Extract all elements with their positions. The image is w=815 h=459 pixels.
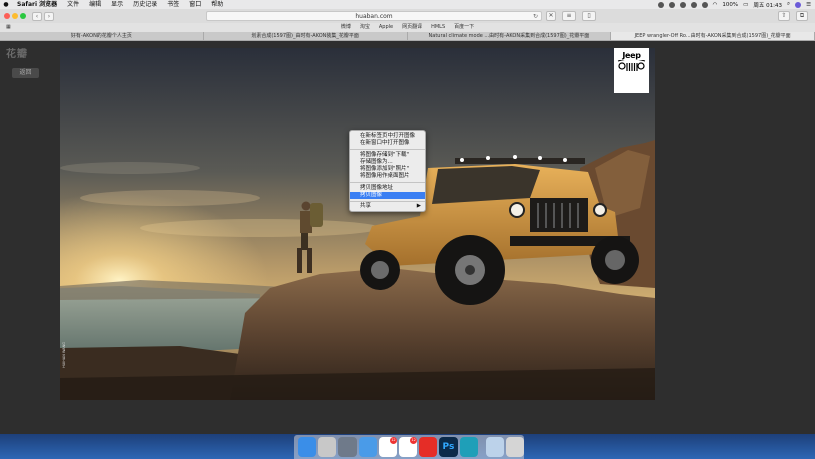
favorite-item[interactable]: Apple — [379, 23, 393, 32]
close-tab-icon[interactable]: ✕ — [546, 11, 556, 21]
minimize-window-icon[interactable] — [12, 13, 18, 19]
notification-icon[interactable]: ☰ — [806, 2, 811, 8]
screen: ● Safari 浏览器 文件 编辑 显示 历史记录 书签 窗口 帮助 ◠ 10… — [0, 0, 815, 459]
address-bar[interactable]: huaban.com ↻ — [206, 11, 542, 21]
notification-badge: 12 — [389, 437, 397, 444]
share-icon[interactable]: ⇧ — [778, 11, 790, 21]
jeep-scene-image — [60, 48, 655, 400]
menu-file[interactable]: 文件 — [62, 0, 84, 9]
menu-view[interactable]: 显示 — [106, 0, 128, 9]
reader-icon[interactable]: ≡ — [562, 11, 576, 21]
finder-icon[interactable] — [298, 437, 317, 457]
favorite-item[interactable]: HMLS — [431, 23, 445, 32]
address-text: huaban.com — [355, 13, 393, 20]
qq-icon[interactable]: 12 — [398, 437, 418, 457]
tabs-overview-icon[interactable]: ⧉ — [796, 11, 808, 21]
back-button[interactable]: 返回 — [12, 68, 39, 78]
menu-window[interactable]: 窗口 — [184, 0, 206, 9]
favorite-item[interactable]: 网页翻译 — [402, 23, 422, 32]
menu-help[interactable]: 帮助 — [206, 0, 228, 9]
sidebar-icon[interactable]: ▯ — [582, 11, 596, 21]
ctx-share[interactable]: 共享 ▶ — [350, 203, 425, 210]
ctx-separator — [350, 182, 425, 184]
favorite-item[interactable]: 淘宝 — [360, 23, 370, 32]
downloads-folder-icon[interactable] — [485, 437, 504, 457]
rocket-icon[interactable] — [338, 437, 357, 457]
tab-bar: 好有-AKON的花瓣个人主页 划素合成(1597图)_由时有-AKON装集_花瓣… — [0, 32, 815, 41]
submenu-arrow-icon: ▶ — [416, 203, 421, 210]
grid-icon[interactable]: ▦ — [6, 23, 11, 32]
photoshop-icon[interactable]: Ps — [439, 437, 458, 457]
notification-badge: 12 — [410, 437, 418, 444]
safari-icon[interactable] — [358, 437, 377, 457]
favorites-bar: ▦ 微博 淘宝 Apple 网页翻译 HMLS 百度一下 — [0, 23, 815, 32]
wifi-icon[interactable]: ◠ — [713, 2, 718, 8]
clock[interactable]: 周五 01:43 — [753, 1, 782, 9]
jeep-logo-badge: Jeep — [614, 48, 649, 93]
ctx-share-label: 共享 — [360, 203, 372, 210]
qq-icon[interactable]: 12 — [378, 437, 397, 457]
tab-profile[interactable]: 好有-AKON的花瓣个人主页 — [0, 32, 204, 40]
jeep-grille-icon — [617, 58, 646, 71]
siri-icon[interactable] — [795, 1, 802, 8]
status-icon[interactable] — [657, 1, 664, 8]
status-icon[interactable] — [668, 1, 675, 8]
dock: 12 12 Ps — [294, 435, 525, 459]
menu-bar: ● Safari 浏览器 文件 编辑 显示 历史记录 书签 窗口 帮助 ◠ 10… — [0, 0, 815, 9]
trash-icon[interactable] — [505, 437, 525, 457]
status-area: ◠ 100% ▭ 周五 01:43 ⌕ ☰ — [657, 0, 811, 9]
browser-icon[interactable] — [459, 437, 478, 457]
forward-nav-icon[interactable]: › — [44, 11, 54, 21]
favorite-item[interactable]: 微博 — [341, 23, 351, 32]
photo-watermark: HUIHAN WANG — [62, 342, 66, 368]
favorite-item[interactable]: 百度一下 — [454, 23, 474, 32]
menu-history[interactable]: 历史记录 — [128, 0, 162, 9]
reload-icon[interactable]: ↻ — [533, 12, 538, 21]
menu-edit[interactable]: 编辑 — [84, 0, 106, 9]
menu-app-name[interactable]: Safari 浏览器 — [12, 0, 62, 9]
zoom-window-icon[interactable] — [20, 13, 26, 19]
back-nav-icon[interactable]: ‹ — [32, 11, 42, 21]
ctx-separator — [350, 200, 425, 202]
ctx-copy-image-address[interactable]: 拷贝图像地址 — [350, 185, 425, 192]
menu-bookmarks[interactable]: 书签 — [162, 0, 184, 9]
tab-jeep-wrangler[interactable]: JEEP wrangler-Off Ro...由时有-AKON采集到合成(159… — [611, 32, 815, 40]
ctx-open-new-window[interactable]: 在新窗口中打开图像 — [350, 140, 425, 147]
ctx-separator — [350, 149, 425, 151]
status-icon[interactable] — [701, 1, 708, 8]
ctx-copy-image[interactable]: 拷贝图像 — [350, 192, 425, 200]
apple-icon[interactable]: ● — [0, 1, 12, 8]
tab-collection[interactable]: 划素合成(1597图)_由时有-AKON装集_花瓣平面 — [204, 32, 408, 40]
huaban-logo[interactable]: 花瓣 — [6, 45, 28, 60]
jeep-photo[interactable] — [60, 48, 655, 400]
launchpad-icon[interactable] — [318, 437, 337, 457]
status-icon[interactable] — [690, 1, 697, 8]
tab-natural-climate[interactable]: Natural climate mode ...由时有-AKON采集到合成(15… — [408, 32, 612, 40]
ctx-use-as-desktop[interactable]: 将图像用作桌面图片 — [350, 173, 425, 180]
status-icon[interactable] — [679, 1, 686, 8]
jeep-logo-text: Jeep — [622, 51, 641, 60]
netease-music-icon[interactable] — [419, 437, 438, 457]
context-menu: 在新标签页中打开图像 在新窗口中打开图像 将图像存储到"下载" 存储图像为...… — [349, 130, 426, 212]
spotlight-icon[interactable]: ⌕ — [787, 1, 790, 8]
ctx-save-to-downloads[interactable]: 将图像存储到"下载" — [350, 152, 425, 159]
battery-icon[interactable]: ▭ — [743, 2, 748, 8]
battery-percent[interactable]: 100% — [722, 2, 738, 8]
close-window-icon[interactable] — [4, 13, 10, 19]
